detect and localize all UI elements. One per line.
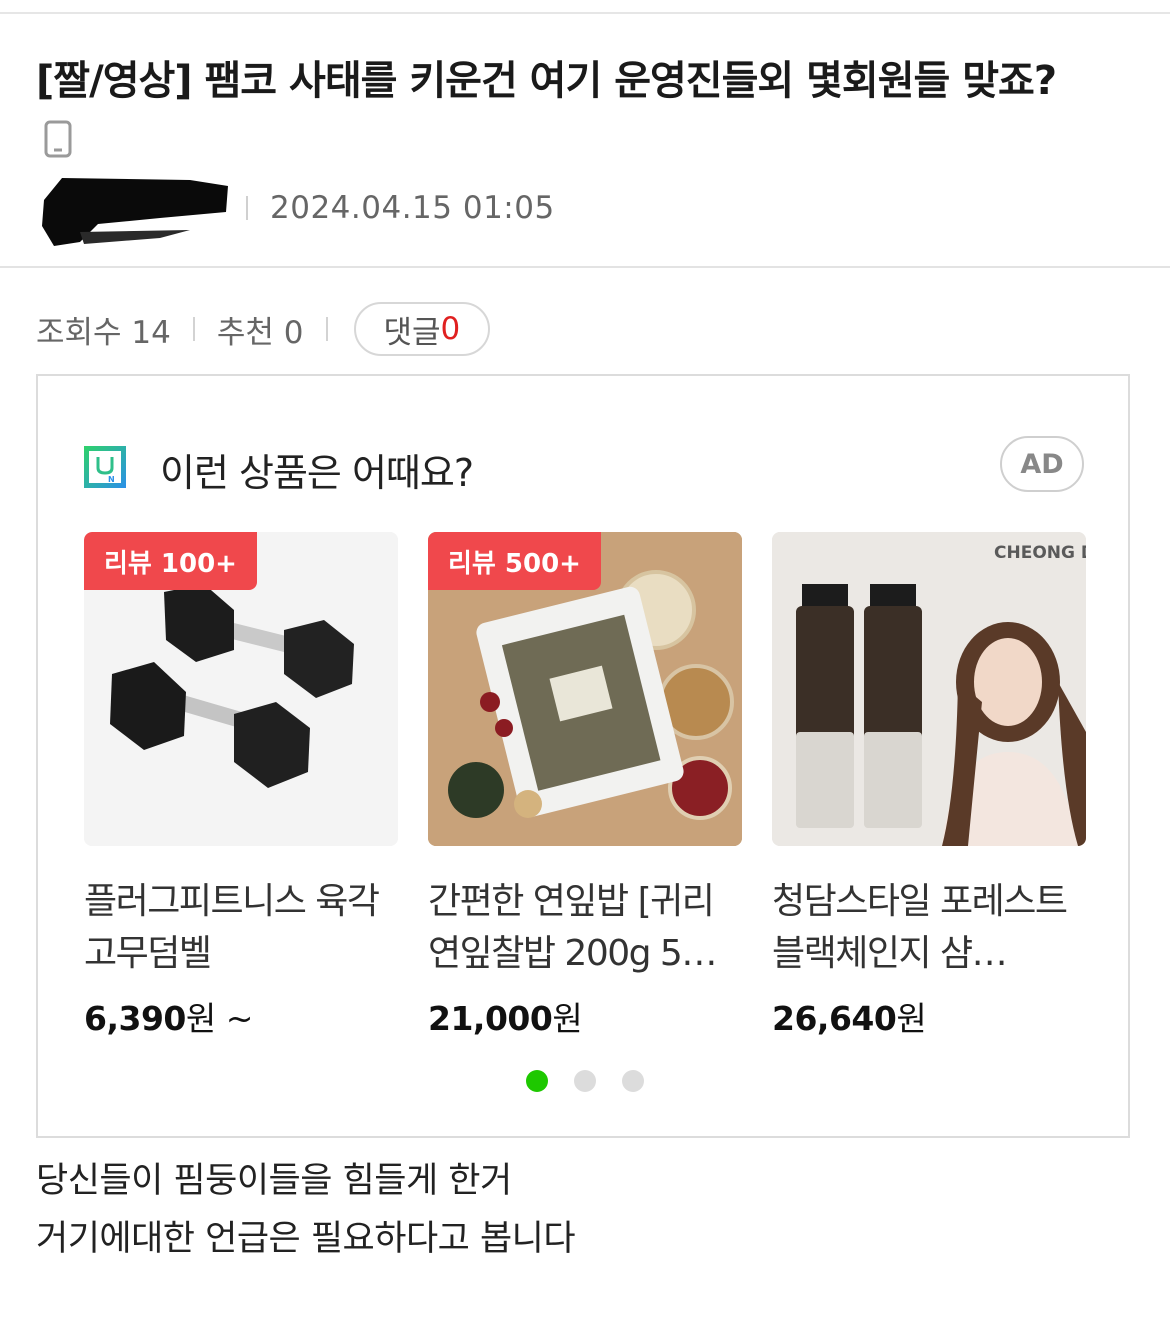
shampoo-image: CHEONG DAM [772,532,1086,846]
comments-label: 댓글 [383,314,441,351]
carousel-dot-1[interactable] [526,1070,548,1092]
product-card[interactable]: 리뷰 100+ 플러그피트니스 육각 고무덤벨 6,390원 ~ [84,532,398,1040]
price-value: 6,390 [84,999,186,1038]
carousel-dot-2[interactable] [574,1070,596,1092]
product-card[interactable]: 리뷰 500+ 간편한 연잎밥 [귀리 연잎찰밥 200g 5… 21,000원 [428,532,742,1040]
stat-separator [325,317,328,341]
product-image-shampoo[interactable]: CHEONG DAM [772,532,1086,846]
review-count-tag: 리뷰 100+ [84,532,257,590]
shopping-bag-icon: N [84,446,126,488]
product-name[interactable]: 청담스타일 포레스트 블랙체인지 샴… [772,876,1086,980]
stat-separator [192,317,195,341]
mobile-phone-icon [44,120,72,158]
price-currency: 원 [552,999,583,1038]
price-currency: 원 [896,999,927,1038]
review-count-tag: 리뷰 500+ [428,532,601,590]
post-date: 2024.04.15 01:05 [270,190,555,226]
brand-text: CHEONG DAM [994,543,1086,563]
header-divider [0,266,1170,268]
price-suffix: ~ [215,999,254,1038]
like-count: 추천 0 [216,314,304,351]
product-price: 6,390원 ~ [84,992,398,1040]
body-line: 거기에대한 언급은 필요하다고 봅니다 [36,1219,576,1259]
product-price: 21,000원 [428,992,742,1040]
product-price: 26,640원 [772,992,1086,1040]
meta-separator [246,196,248,220]
view-count: 조회수 14 [36,314,171,351]
author-name-redacted [42,178,228,246]
top-border [0,12,1170,14]
product-image-lotus-rice[interactable]: 리뷰 500+ [428,532,742,846]
price-value: 26,640 [772,999,897,1038]
post-body: 당신들이 핌둥이들을 힘들게 한거 거기에대한 언급은 필요하다고 봅니다 [36,1152,576,1268]
product-image-dumbbells[interactable]: 리뷰 100+ [84,532,398,846]
price-currency: 원 [185,999,216,1038]
product-name[interactable]: 플러그피트니스 육각 고무덤벨 [84,876,398,980]
ad-title: 이런 상품은 어때요? [160,451,474,495]
comments-count: 0 [440,311,461,347]
product-name[interactable]: 간편한 연잎밥 [귀리 연잎찰밥 200g 5… [428,876,742,980]
carousel-dot-3[interactable] [622,1070,644,1092]
body-line: 당신들이 핌둥이들을 힘들게 한거 [36,1161,512,1201]
svg-text:N: N [108,475,115,484]
price-value: 21,000 [428,999,553,1038]
carousel-pagination [38,1070,1132,1092]
product-card[interactable]: CHEONG DAM 청담스타일 포레스트 블랙체인지 샴… 26,640원 [772,532,1086,1040]
post-stats: 조회수 14 추천 0 댓글 0 [36,302,491,356]
comments-button[interactable]: 댓글 0 [353,302,491,356]
post-title: [짤/영상] 팸코 사태를 키운건 여기 운영진들외 몇회원들 맞죠? [36,58,1057,104]
ad-product-carousel: N 이런 상품은 어때요? AD 리뷰 100+ 플러그피트니스 육각 고무덤벨… [36,374,1130,1138]
ad-badge[interactable]: AD [1000,436,1084,492]
